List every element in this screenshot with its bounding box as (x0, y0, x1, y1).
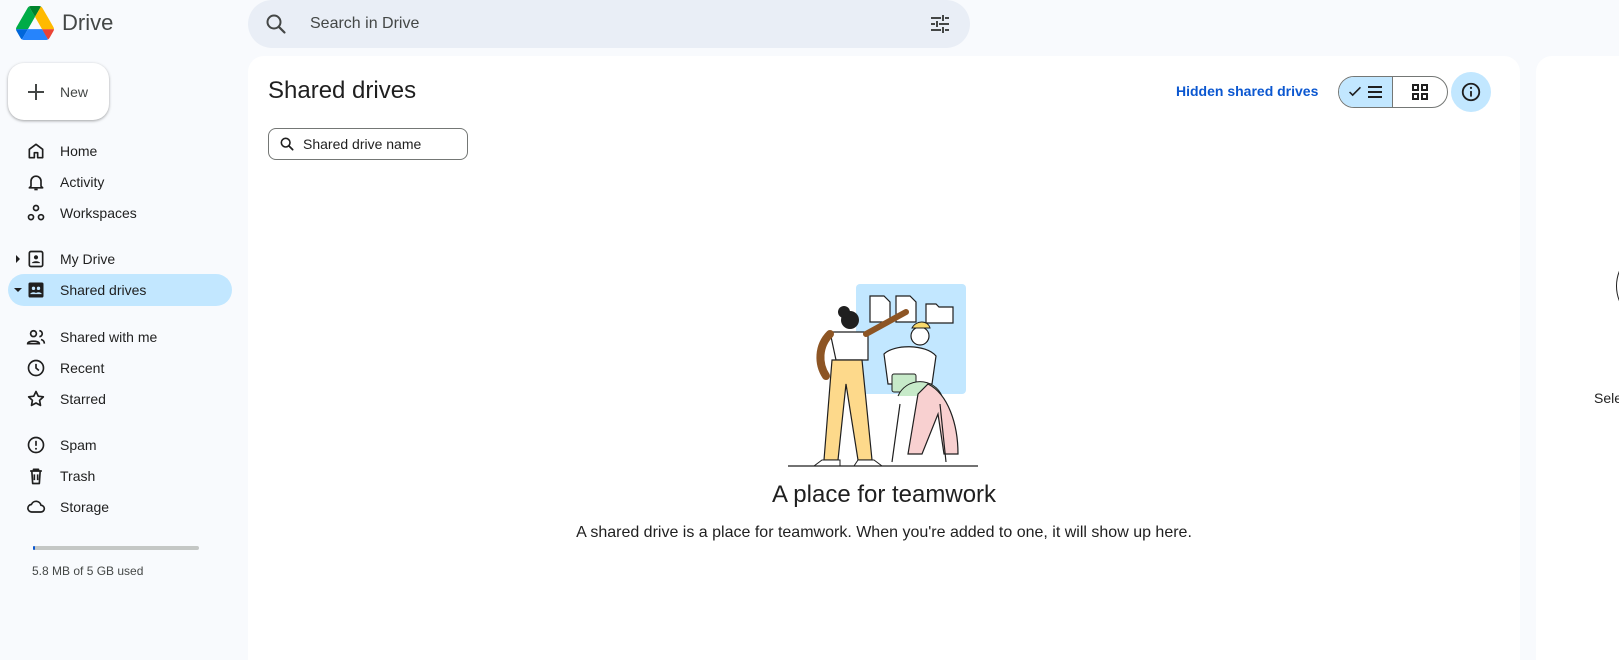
teamwork-illustration (788, 284, 978, 467)
storage-progress-fill (33, 546, 35, 550)
checkmark-icon (1348, 86, 1361, 97)
app-name: Drive (62, 10, 114, 35)
grid-icon (1412, 84, 1428, 100)
star-icon (27, 390, 45, 407)
storage-usage-text: 5.8 MB of 5 GB used (32, 564, 144, 578)
sidebar-item-label: Shared with me (60, 329, 158, 345)
info-icon (1461, 82, 1481, 102)
people-icon (26, 329, 46, 345)
shared-drives-icon (28, 282, 44, 298)
shared-drive-search[interactable] (268, 128, 468, 160)
sidebar-item-storage[interactable]: Storage (8, 491, 232, 523)
sidebar-item-label: Shared drives (60, 282, 147, 298)
grid-view-button[interactable] (1393, 77, 1447, 107)
cloud-icon (27, 500, 46, 513)
sidebar-item-starred[interactable]: Starred (8, 383, 232, 415)
list-icon (1367, 86, 1382, 98)
sidebar-item-spam[interactable]: Spam (8, 429, 232, 461)
sidebar-item-label: Home (60, 143, 98, 159)
main-panel: Shared drives Hidden shared drives Share… (248, 56, 1520, 660)
list-view-button[interactable] (1339, 77, 1394, 107)
sidebar-item-label: Activity (60, 174, 105, 190)
my-drive-icon (28, 250, 44, 268)
caret-down-icon[interactable] (14, 286, 22, 294)
details-button[interactable] (1451, 72, 1491, 112)
details-panel: Sele (1536, 56, 1619, 660)
sidebar-item-label: Trash (60, 468, 96, 484)
new-button[interactable]: New (8, 63, 109, 120)
workspaces-icon (27, 204, 45, 221)
sidebar-item-label: Spam (60, 437, 97, 453)
search-icon[interactable] (264, 12, 288, 36)
sidebar-item-recent[interactable]: Recent (8, 352, 232, 384)
sidebar-item-my-drive[interactable]: My Drive (8, 243, 232, 275)
sidebar-item-label: Starred (60, 391, 106, 407)
sidebar-item-home[interactable]: Home (8, 135, 232, 167)
caret-right-icon[interactable] (14, 255, 22, 263)
sidebar-item-activity[interactable]: Activity (8, 166, 232, 198)
search-icon (280, 137, 294, 151)
storage-progress-bar (33, 546, 199, 550)
sidebar-item-label: Workspaces (60, 205, 137, 221)
search-bar[interactable] (248, 0, 970, 48)
clock-icon (27, 359, 45, 377)
hidden-shared-drives-link[interactable]: Hidden shared drives (1176, 83, 1318, 99)
sidebar-item-label: Storage (60, 499, 110, 515)
sidebar-item-shared-drives[interactable]: Shared drives (8, 274, 232, 306)
spam-icon (27, 436, 45, 454)
home-icon (28, 143, 44, 159)
empty-state-title: A place for teamwork (771, 481, 997, 508)
drive-logo-icon (16, 6, 54, 40)
search-input[interactable] (310, 15, 910, 33)
trash-icon (30, 468, 42, 485)
empty-state-description: A shared drive is a place for teamwork. … (576, 524, 1192, 541)
details-panel-text: Sele (1594, 390, 1619, 406)
page-title: Shared drives (268, 77, 417, 104)
sidebar-item-workspaces[interactable]: Workspaces (8, 197, 232, 229)
new-button-label: New (60, 83, 89, 100)
sidebar-item-shared-with-me[interactable]: Shared with me (8, 321, 232, 353)
sidebar-item-label: My Drive (60, 251, 116, 267)
bell-icon (28, 175, 44, 191)
drive-logo[interactable]: Drive (16, 6, 113, 40)
search-options-icon[interactable] (928, 12, 952, 36)
shared-drive-name-input[interactable] (303, 136, 463, 152)
plus-icon (28, 83, 44, 100)
view-toggle[interactable] (1338, 76, 1448, 108)
sidebar-item-trash[interactable]: Trash (8, 460, 232, 492)
sidebar-item-label: Recent (60, 360, 105, 376)
